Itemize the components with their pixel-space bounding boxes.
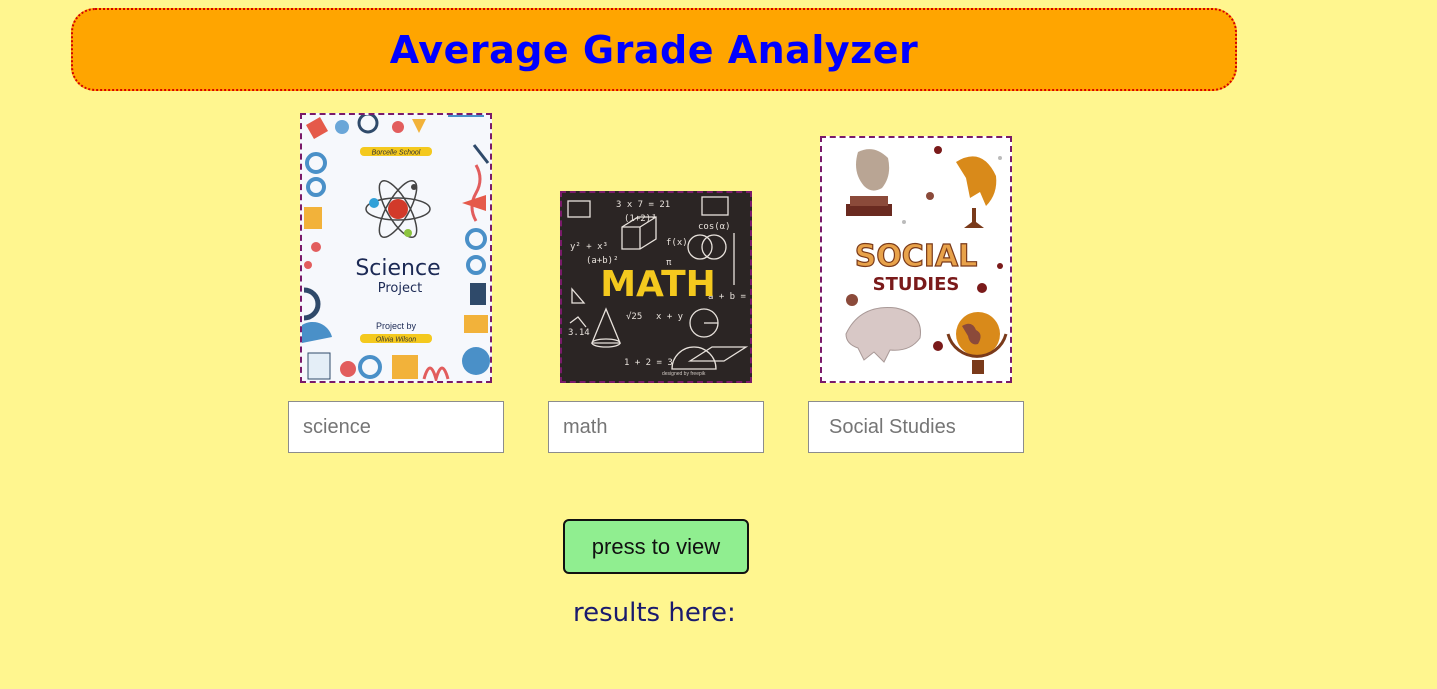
- science-subtitle: Project: [378, 281, 422, 296]
- math-credit: designed by freepik: [662, 371, 706, 377]
- social-studies-cover-illustration: SOCIAL STUDIES: [822, 138, 1010, 381]
- header-banner: Average Grade Analyzer: [71, 8, 1237, 91]
- science-school-label: Borcelle School: [372, 150, 421, 157]
- social-subtitle: STUDIES: [873, 274, 960, 295]
- math-cover-illustration: 3 x 7 = 21 (1+2)³ y² + x³ (a+b)² 3.14 √2…: [562, 193, 750, 381]
- svg-text:x + y: x + y: [656, 312, 684, 322]
- page-title: Average Grade Analyzer: [389, 27, 919, 72]
- math-grade-input[interactable]: [548, 401, 764, 453]
- svg-text:f(x): f(x): [666, 238, 688, 248]
- math-title: MATH: [600, 264, 716, 305]
- science-title: Science: [355, 256, 440, 281]
- svg-text:3.14: 3.14: [568, 328, 590, 338]
- social-studies-cover-image: SOCIAL STUDIES: [820, 136, 1012, 383]
- press-to-view-button[interactable]: press to view: [563, 519, 749, 574]
- science-author: Olivia Wilson: [376, 337, 416, 344]
- svg-text:y² + x³: y² + x³: [570, 242, 608, 252]
- social-title: SOCIAL: [855, 239, 978, 274]
- svg-text:(1+2)³: (1+2)³: [624, 214, 657, 224]
- science-grade-input[interactable]: [288, 401, 504, 453]
- svg-text:3 x 7 = 21: 3 x 7 = 21: [616, 200, 670, 210]
- svg-text:√25: √25: [626, 311, 642, 322]
- social-studies-grade-input[interactable]: [808, 401, 1024, 453]
- svg-text:1 + 2 = 3: 1 + 2 = 3: [624, 358, 673, 368]
- science-by-label: Project by: [376, 321, 417, 331]
- math-cover-image: 3 x 7 = 21 (1+2)³ y² + x³ (a+b)² 3.14 √2…: [560, 191, 752, 383]
- results-label: results here:: [573, 598, 736, 628]
- svg-text:cos(α): cos(α): [698, 222, 731, 232]
- science-cover-illustration: Borcelle School Science Project Project …: [302, 115, 490, 381]
- science-cover-image: Borcelle School Science Project Project …: [300, 113, 492, 383]
